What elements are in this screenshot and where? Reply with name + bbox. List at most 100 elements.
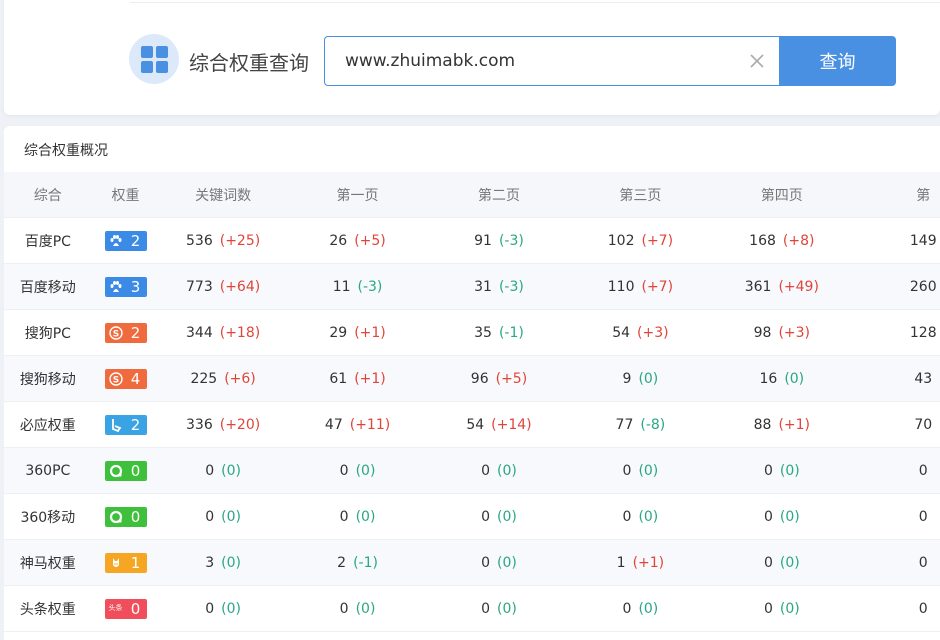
count-value: 102 xyxy=(607,232,635,249)
divider xyxy=(130,2,940,3)
keyword-count-cell: 3 (0) xyxy=(159,555,286,571)
change-value: (0) xyxy=(497,508,517,525)
change-value: (+18) xyxy=(219,324,261,341)
page-count-cell: 0 (0) xyxy=(287,509,428,525)
change-value: (0) xyxy=(497,554,517,571)
sogou-s-icon: S xyxy=(105,369,126,388)
search-box[interactable] xyxy=(324,36,780,86)
bing-b-icon xyxy=(105,415,126,434)
engine-name: 神马权重 xyxy=(19,555,76,572)
count-value: 0 xyxy=(918,600,928,617)
keyword-count-cell: 0 (0) xyxy=(159,601,286,617)
change-value: (+1) xyxy=(354,324,386,341)
rank-value: 0 xyxy=(125,461,146,480)
change-value: (+5) xyxy=(354,232,386,249)
count-value: 96 xyxy=(470,370,489,387)
page-count-cell: 47 (+11) xyxy=(287,417,428,433)
table-row: 百度移动 3 773 (+64) 11 (-3) 31 (-3) 110 (+7) 361 (+49)… xyxy=(4,264,940,310)
keyword-count-cell: 344 (+18) xyxy=(159,325,286,341)
change-value: (-8) xyxy=(640,416,666,433)
tool-title: 综合权重查询 xyxy=(189,51,309,75)
change-value: (+5) xyxy=(495,370,528,387)
page-count-cell: 102 (+7) xyxy=(570,233,711,249)
page-count-cell: 128 xyxy=(853,325,940,341)
change-value: (0) xyxy=(497,462,517,479)
change-value: (0) xyxy=(779,462,800,479)
page-count-cell: 0 (0) xyxy=(287,601,428,617)
change-value: (0) xyxy=(355,508,376,525)
rank-badge: 1 xyxy=(104,552,147,573)
count-value: 0 xyxy=(763,462,773,479)
search-input[interactable] xyxy=(345,51,735,71)
page-count-cell: 0 (0) xyxy=(570,463,711,479)
clear-icon[interactable] xyxy=(746,50,768,72)
page-count-cell: 16 (0) xyxy=(711,371,852,387)
engine-name: 头条权重 xyxy=(19,601,76,618)
count-value: 168 xyxy=(749,232,776,249)
column-header: 第四页 xyxy=(760,187,803,204)
count-value: 61 xyxy=(329,370,348,387)
page-count-cell: 260 xyxy=(853,279,940,295)
rank-cell: 3 xyxy=(92,276,160,297)
count-value: 98 xyxy=(753,324,772,341)
page-count-cell: 54 (+3) xyxy=(570,325,711,341)
count-value: 77 xyxy=(615,416,634,433)
search-button[interactable]: 查询 xyxy=(779,36,896,86)
change-value: (-1) xyxy=(353,554,378,571)
rank-badge: 2 xyxy=(104,230,147,251)
rank-cell: 2 xyxy=(92,414,160,435)
toutiao-icon: 头条 xyxy=(105,599,126,618)
count-value: 110 xyxy=(607,278,635,295)
change-value: (+6) xyxy=(224,370,256,387)
change-value: (0) xyxy=(638,600,659,617)
keyword-count-cell: 773 (+64) xyxy=(159,279,286,295)
count-value: 0 xyxy=(339,462,349,479)
change-value: (0) xyxy=(638,370,659,387)
keyword-count-cell: 536 (+25) xyxy=(159,233,286,249)
count-value: 536 xyxy=(186,232,213,249)
count-value: 26 xyxy=(329,232,348,249)
count-value: 773 xyxy=(186,278,213,295)
engine-name: 搜狗PC xyxy=(24,325,71,342)
page-count-cell: 98 (+3) xyxy=(711,325,852,341)
sogou-s-icon: S xyxy=(105,323,126,342)
count-value: 336 xyxy=(186,416,213,433)
page-count-cell: 0 (0) xyxy=(711,555,852,571)
count-value: 1 xyxy=(616,554,626,571)
count-value: 0 xyxy=(918,508,928,525)
keyword-count-cell: 336 (+20) xyxy=(159,417,286,433)
count-value: 54 xyxy=(466,416,485,433)
rank-cell: 2 xyxy=(92,230,160,251)
page-count-cell: 0 (0) xyxy=(711,601,852,617)
column-header: 第三页 xyxy=(619,187,662,204)
table-row: 必应权重 2 336 (+20) 47 (+11) 54 (+14) 77 (-8) 88 (+1) 7… xyxy=(4,402,940,448)
table-body: 百度PC 2 536 (+25) 26 (+5) 91 (-3) 102 (+7) 168 (+8) 1… xyxy=(4,218,940,632)
count-value: 0 xyxy=(481,462,491,479)
table-header: 综合 权重 关键词数 第一页 第二页 第三页 第四页 第 xyxy=(4,172,940,218)
shenma-horse-icon xyxy=(105,553,126,572)
count-value: 31 xyxy=(474,278,492,295)
count-value: 0 xyxy=(763,554,773,571)
count-value: 11 xyxy=(332,278,351,295)
page-count-cell: 88 (+1) xyxy=(711,417,852,433)
change-value: (0) xyxy=(779,554,800,571)
page-count-cell: 0 (0) xyxy=(428,463,569,479)
baidu-paw-icon xyxy=(105,277,126,296)
engine-name: 搜狗移动 xyxy=(19,371,76,388)
rank-badge: S4 xyxy=(104,368,147,389)
keyword-count-cell: 0 (0) xyxy=(159,463,286,479)
column-header: 综合 xyxy=(33,187,62,204)
page-count-cell: 70 xyxy=(853,417,940,433)
rank-value: 2 xyxy=(125,415,146,434)
page-count-cell: 149 xyxy=(853,233,940,249)
page-count-cell: 110 (+7) xyxy=(570,279,711,295)
page-count-cell: 11 (-3) xyxy=(287,279,428,295)
rank-value: 2 xyxy=(125,231,146,250)
rank-cell: 1 xyxy=(92,552,160,573)
count-value: 3 xyxy=(205,554,215,571)
page-count-cell: 29 (+1) xyxy=(287,325,428,341)
rank-cell: S2 xyxy=(92,322,160,343)
page-count-cell: 0 (0) xyxy=(287,463,428,479)
rank-value: 4 xyxy=(125,369,146,388)
360-ring-icon xyxy=(105,461,126,480)
